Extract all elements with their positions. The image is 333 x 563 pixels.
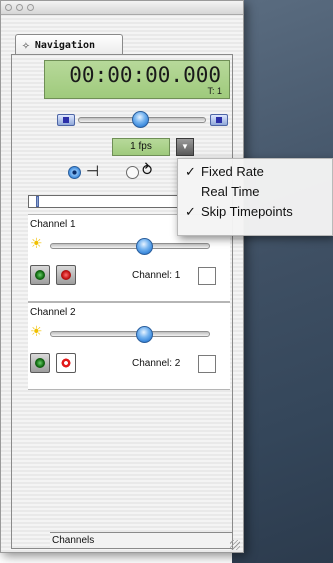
timecode-display: 00:00:00.000 T: 1 xyxy=(44,60,230,99)
red-target-icon xyxy=(61,358,71,368)
brightness-slider-track[interactable] xyxy=(50,331,210,337)
time-slider-knob[interactable] xyxy=(132,111,149,128)
brightness-slider-track[interactable] xyxy=(50,243,210,249)
playback-mode-radio-1[interactable] xyxy=(68,166,81,179)
tab-navigation-label: Navigation xyxy=(34,39,96,51)
brightness-slider-knob[interactable] xyxy=(136,238,153,255)
channel-title: Channel 1 xyxy=(30,219,76,230)
green-indicator-icon xyxy=(35,358,45,368)
fps-mode-menu: ✓ Fixed Rate Real Time ✓ Skip Timepoints xyxy=(177,158,333,236)
brightness-slider-knob[interactable] xyxy=(136,326,153,343)
channel-color-button[interactable] xyxy=(56,353,76,373)
slider-start-icon[interactable] xyxy=(57,114,75,126)
close-button[interactable] xyxy=(5,4,12,11)
scrub-bar[interactable] xyxy=(28,195,178,208)
loop-icon: ⥁ xyxy=(142,162,153,179)
channel-label: Channel: 1 xyxy=(132,270,181,281)
channel-title: Channel 2 xyxy=(30,307,76,318)
channel-color-button[interactable] xyxy=(56,265,76,285)
channel-2-section: Channel 2 ☀ Channel: 2 xyxy=(28,302,230,390)
menu-item-label: Skip Timepoints xyxy=(201,204,293,219)
slider-end-icon[interactable] xyxy=(210,114,228,126)
channel-toggle-button[interactable] xyxy=(30,353,50,373)
desktop-background xyxy=(232,0,333,563)
menu-item-label: Real Time xyxy=(201,184,260,199)
playback-mode-radio-2[interactable] xyxy=(126,166,139,179)
channel-checkbox[interactable] xyxy=(198,267,216,285)
channel-label: Channel: 2 xyxy=(132,358,181,369)
tab-navigation[interactable]: ✧ Navigation xyxy=(15,34,123,55)
menu-item-skip-timepoints[interactable]: ✓ Skip Timepoints xyxy=(178,202,332,222)
timepoint-value: T: 1 xyxy=(207,86,222,96)
menu-item-real-time[interactable]: Real Time xyxy=(178,182,332,202)
fps-dropdown-button[interactable]: ▼ xyxy=(176,138,194,156)
channel-checkbox[interactable] xyxy=(198,355,216,373)
red-indicator-icon xyxy=(61,270,71,280)
scrub-indicator[interactable] xyxy=(36,196,39,207)
checkmark-icon: ✓ xyxy=(185,204,196,219)
move-icon: ✧ xyxy=(22,37,30,53)
channels-footer-label: Channels xyxy=(52,535,95,546)
channels-footer: Channels xyxy=(50,532,232,548)
channel-toggle-button[interactable] xyxy=(30,265,50,285)
play-once-icon: ⊣ xyxy=(86,163,100,180)
title-bar[interactable] xyxy=(1,1,243,15)
minimize-button[interactable] xyxy=(16,4,23,11)
brightness-icon: ☀ xyxy=(30,235,43,251)
fps-field[interactable]: 1 fps xyxy=(112,138,170,156)
checkmark-icon: ✓ xyxy=(185,164,196,179)
menu-item-fixed-rate[interactable]: ✓ Fixed Rate xyxy=(178,162,332,182)
chevron-down-icon: ▼ xyxy=(181,142,189,151)
menu-item-label: Fixed Rate xyxy=(201,164,264,179)
zoom-button[interactable] xyxy=(27,4,34,11)
resize-grip-icon[interactable] xyxy=(230,540,240,550)
brightness-icon: ☀ xyxy=(30,323,43,339)
green-indicator-icon xyxy=(35,270,45,280)
timecode-value: 00:00:00.000 xyxy=(69,63,221,87)
